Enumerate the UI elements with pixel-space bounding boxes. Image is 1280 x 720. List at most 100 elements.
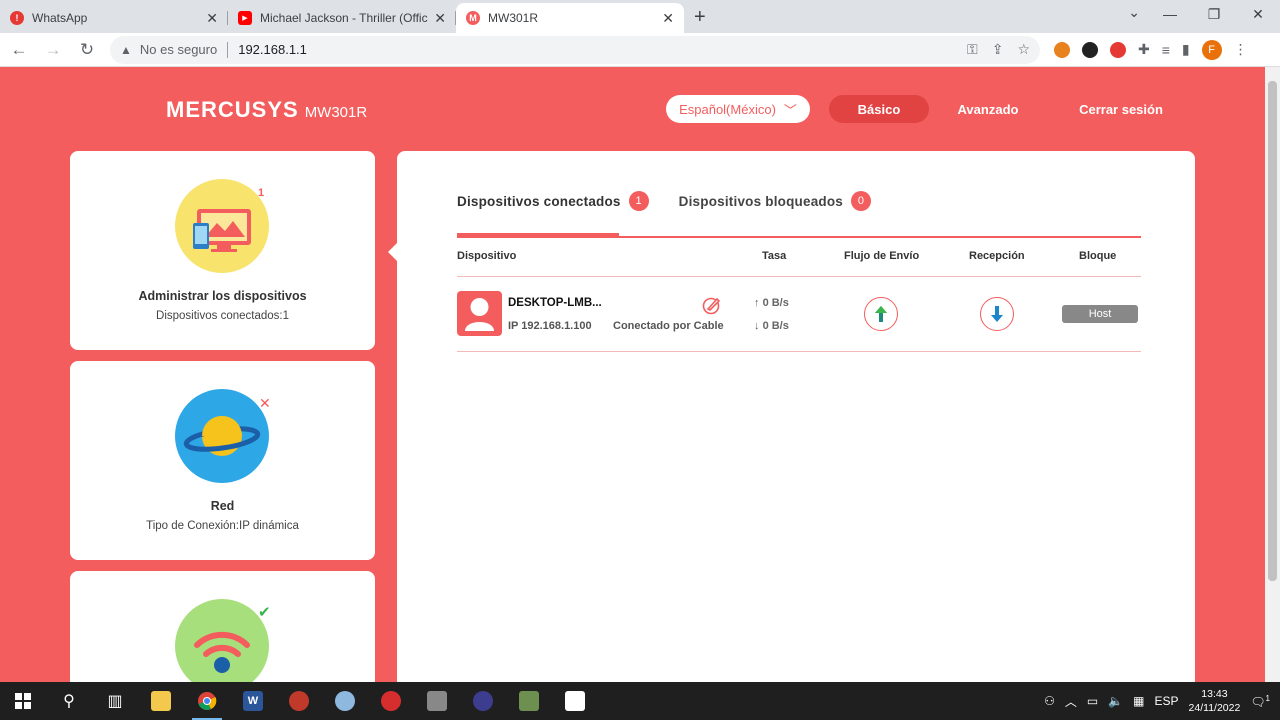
nav-advanced-button[interactable]: Avanzado [940,95,1036,123]
paint-icon[interactable] [322,682,368,720]
extension-icon[interactable] [1082,41,1098,58]
page-scrollbar[interactable] [1265,67,1280,682]
brand-name: MERCUSYS [166,97,299,122]
puzzle-icon[interactable]: ✚ [1138,41,1150,58]
reading-list-icon[interactable]: ≡ [1162,42,1170,58]
col-upload: Flujo de Envío [844,250,920,262]
count-badge: 1 [628,191,649,211]
window-close-icon[interactable]: ✕ [1236,0,1280,30]
nav-basic-button[interactable]: Básico [829,95,929,123]
restore-icon[interactable]: ❐ [1192,0,1236,30]
browser-tab-whatsapp[interactable]: ! WhatsApp ✕ [0,3,228,33]
clock-time: 13:43 [1201,688,1228,700]
tab-connected-devices[interactable]: Dispositivos conectados 1 [457,191,649,211]
omnibox-actions: ⚿ ⇪ ☆ [967,41,1030,58]
app-icon[interactable] [414,682,460,720]
volume-icon[interactable]: 🔈 [1108,694,1123,708]
logout-button[interactable]: Cerrar sesión [1060,95,1182,123]
devices-icon [175,179,269,273]
clock[interactable]: 13:43 24/11/2022 [1189,687,1241,715]
notifications-icon[interactable]: 🗨1 [1250,694,1270,709]
disconnected-x-icon: ✕ [259,395,271,411]
divider [457,276,1141,277]
menu-dots-icon[interactable]: ⋮ [1234,41,1248,58]
search-icon[interactable]: ⚲ [46,682,92,720]
warning-triangle-icon[interactable]: ▲ [120,43,132,57]
task-view-icon[interactable]: ▥ [92,682,138,720]
window-controls: — ❐ ✕ [1148,0,1280,30]
brand-logo: MERCUSYS MW301R [166,97,367,123]
file-explorer-icon[interactable] [138,682,184,720]
app-icon[interactable] [506,682,552,720]
card-subtitle: Dispositivos conectados:1 [156,310,289,322]
wireless-card[interactable]: ✔ [70,571,375,682]
close-icon[interactable]: ✕ [206,10,218,27]
close-icon[interactable]: ✕ [434,10,446,27]
forward-arrow-icon[interactable]: → [38,40,68,60]
app-icon[interactable] [276,682,322,720]
clock-date: 24/11/2022 [1188,702,1241,714]
network-icon[interactable]: ▦ [1133,694,1144,708]
chrome-icon[interactable] [184,682,230,720]
side-panel-icon[interactable]: ▮ [1182,41,1190,58]
metamask-extension-icon[interactable] [1054,41,1070,58]
browser-tab-router[interactable]: M MW301R ✕ [456,3,684,33]
opera-extension-icon[interactable] [1110,41,1126,58]
url-text[interactable]: 192.168.1.1 [238,42,307,57]
key-icon[interactable]: ⚿ [967,41,978,58]
tab-label: Dispositivos conectados [457,193,621,209]
download-rate-value: 0 B/s [762,320,789,332]
back-arrow-icon[interactable]: ← [4,40,34,60]
card-subtitle: Tipo de Conexión:IP dinámica [146,520,299,532]
star-icon[interactable]: ☆ [1017,41,1030,58]
connection-type: Conectado por Cable [613,320,724,332]
router-page: MERCUSYS MW301R Español(México) ﹀ Básico … [0,67,1265,682]
windows-start-icon[interactable] [0,682,46,720]
tab-search-chevron-icon[interactable]: ⌄ [1128,4,1140,21]
language-label: Español(México) [679,101,776,117]
input-language[interactable]: ESP [1155,694,1179,708]
upload-flow-button[interactable] [864,297,898,331]
tab-title: MW301R [488,11,539,25]
user-avatar-icon [457,291,502,336]
profile-avatar[interactable]: F [1201,39,1222,60]
col-download: Recepción [969,250,1025,262]
device-count-badge: 1 [258,187,265,199]
browser-tab-youtube[interactable]: ▶ Michael Jackson - Thriller (Officia ✕ [228,3,456,33]
table-row: DESKTOP-LMB... IP 192.168.1.100 Conectad… [457,291,1141,337]
upload-rate-value: 0 B/s [762,297,789,309]
manage-devices-card[interactable]: 1 Administrar los dispositivos Dispositi… [70,151,375,350]
battery-icon[interactable]: ▭ [1087,694,1098,708]
scrollbar-thumb[interactable] [1268,81,1277,581]
app-icon[interactable] [460,682,506,720]
edit-pencil-icon[interactable] [702,295,722,320]
browser-tab-bar: ! WhatsApp ✕ ▶ Michael Jackson - Thrille… [0,0,1280,33]
block-host-button[interactable]: Host [1062,305,1138,323]
tab-blocked-devices[interactable]: Dispositivos bloqueados 0 [679,191,872,211]
tab-title: WhatsApp [32,11,88,25]
app-icon[interactable] [368,682,414,720]
reload-icon[interactable]: ↻ [72,40,102,60]
people-icon[interactable]: ⚇ [1044,694,1055,708]
address-bar[interactable]: ▲ No es seguro 192.168.1.1 ⚿ ⇪ ☆ [110,35,1040,64]
close-icon[interactable]: ✕ [662,10,674,27]
security-status[interactable]: No es seguro [140,42,217,57]
table-header: Dispositivo Tasa Flujo de Envío Recepció… [457,250,1141,276]
download-flow-button[interactable] [980,297,1014,331]
youtube-favicon-icon: ▶ [238,11,252,25]
capcut-icon[interactable] [552,682,598,720]
divider [227,41,229,58]
notifications-count: 1 [1265,693,1270,703]
new-tab-button[interactable]: + [694,6,706,29]
wifi-icon [175,599,269,682]
device-name: DESKTOP-LMB... [508,297,602,309]
network-card[interactable]: ✕ Red Tipo de Conexión:IP dinámica [70,361,375,560]
device-tabs: Dispositivos conectados 1 Dispositivos b… [457,191,872,211]
language-select[interactable]: Español(México) ﹀ [666,95,810,123]
word-icon[interactable]: W [230,682,276,720]
col-block: Bloque [1079,250,1117,262]
chevron-up-icon[interactable]: ︿ [1065,693,1077,710]
minimize-icon[interactable]: — [1148,0,1192,30]
share-icon[interactable]: ⇪ [992,41,1004,58]
device-ip: IP 192.168.1.100 [508,320,592,332]
